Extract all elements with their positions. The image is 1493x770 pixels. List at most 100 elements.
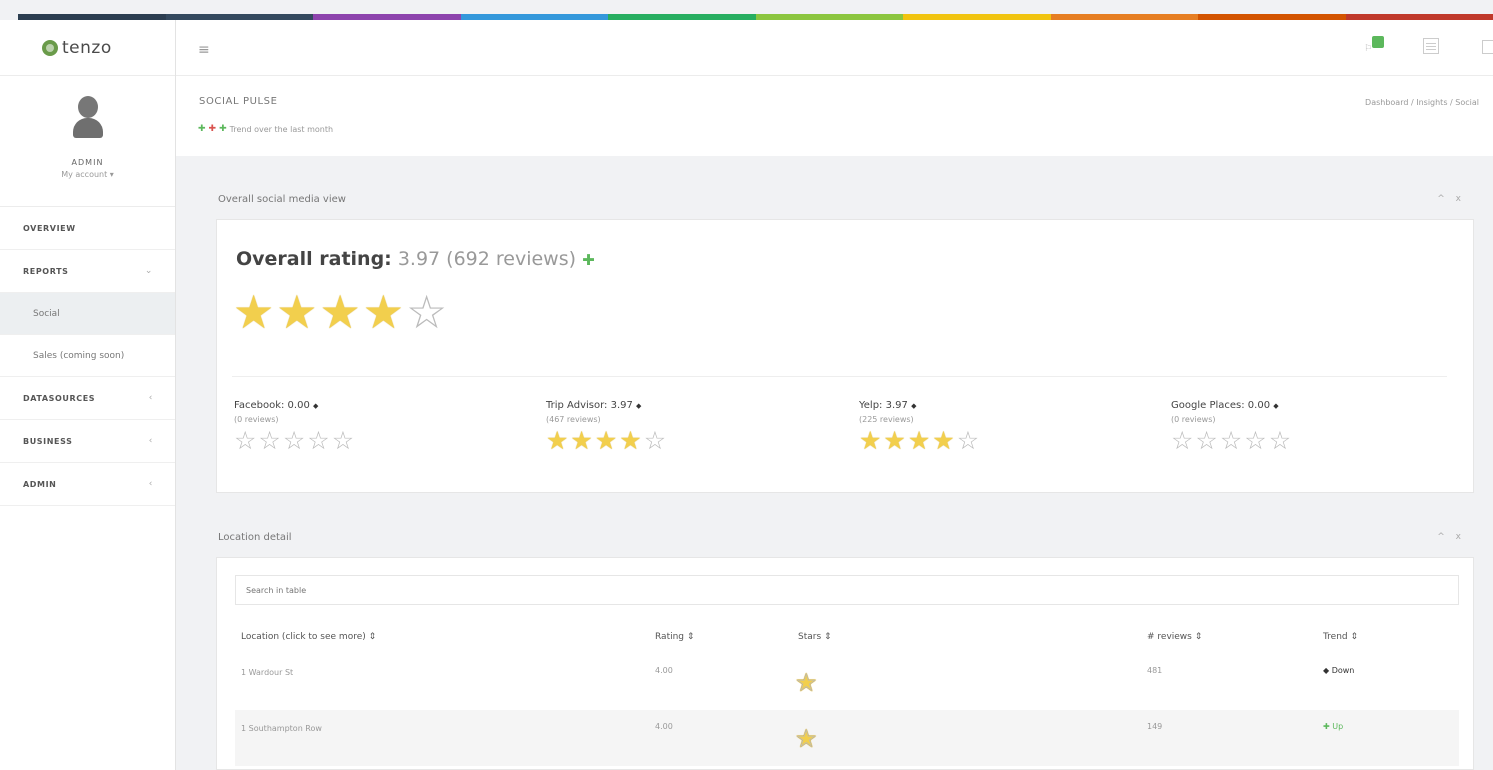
trend-up-icon: ✚ bbox=[582, 251, 595, 269]
star-filled-icon: ★ bbox=[619, 426, 642, 455]
source-stars: ☆ ☆ ☆ ☆ ☆ bbox=[234, 426, 534, 456]
profile-name: ADMIN bbox=[71, 158, 104, 167]
column-header-trend[interactable]: Trend ⇕ bbox=[1323, 632, 1358, 642]
trend-icon: ◆ bbox=[911, 402, 917, 410]
up-icon: ✚ bbox=[219, 124, 227, 134]
sidebar-item-admin[interactable]: ADMIN ‹ bbox=[0, 463, 175, 506]
cell-reviews: 481 bbox=[1147, 666, 1163, 675]
overall-rating-label: Overall rating: bbox=[236, 248, 392, 270]
bell-icon: ⚐ bbox=[1364, 44, 1373, 54]
star-filled-icon: ★ bbox=[907, 426, 931, 455]
star-empty-icon: ☆ bbox=[406, 285, 448, 339]
search-input[interactable] bbox=[235, 575, 1459, 605]
leaf-icon bbox=[42, 39, 58, 56]
notifications-button[interactable]: ⚐ bbox=[1364, 34, 1390, 60]
star-empty-icon: ☆ bbox=[795, 668, 818, 697]
page-subtitle: ✚ ✚ ✚ Trend over the last month bbox=[198, 124, 333, 134]
location-panel-header: Location detail ^ x bbox=[204, 517, 1477, 557]
star-filled-icon: ★ bbox=[932, 426, 955, 455]
table-header: Location (click to see more) ⇕ Rating ⇕ … bbox=[241, 632, 1461, 652]
sidebar-item-datasources[interactable]: DATASOURCES ‹ bbox=[0, 377, 175, 420]
chevron-left-icon: ‹ bbox=[148, 479, 153, 489]
cell-location[interactable]: 1 Southampton Row bbox=[241, 724, 322, 733]
star-empty-icon: ☆ bbox=[331, 426, 355, 455]
sidebar-item-social[interactable]: Social bbox=[0, 293, 175, 335]
star-filled-icon: ★ bbox=[233, 285, 275, 339]
account-menu-link[interactable]: My account ▾ bbox=[61, 170, 114, 179]
source-stars: ☆ ☆ ☆ ☆ ☆ bbox=[1171, 426, 1471, 456]
panel-title: Location detail bbox=[218, 531, 292, 543]
cell-rating: 4.00 bbox=[655, 666, 673, 675]
overall-rating: Overall rating: 3.97 (692 reviews) ✚ bbox=[236, 248, 595, 270]
logo[interactable]: tenzo bbox=[0, 20, 175, 76]
source-name: Facebook: 0.00 ◆ bbox=[234, 400, 534, 411]
trend-icon: ◆ bbox=[1273, 402, 1279, 410]
sidebar-item-label: OVERVIEW bbox=[23, 223, 76, 233]
cell-location[interactable]: 1 Wardour St bbox=[241, 668, 293, 677]
star-empty-icon: ☆ bbox=[282, 426, 306, 455]
source-reviews: (225 reviews) bbox=[859, 415, 914, 424]
source-name: Trip Advisor: 3.97 ◆ bbox=[546, 400, 846, 411]
star-filled-icon: ★ bbox=[319, 285, 361, 339]
page-subtitle-text: Trend over the last month bbox=[229, 124, 334, 134]
sidebar-item-overview[interactable]: OVERVIEW bbox=[0, 207, 175, 250]
panel-title: Overall social media view bbox=[218, 193, 346, 205]
column-header-location[interactable]: Location (click to see more) ⇕ bbox=[241, 632, 376, 642]
panel-tools[interactable]: ^ x bbox=[1437, 194, 1465, 204]
trend-icon: ◆ bbox=[313, 402, 319, 410]
star-empty-icon: ☆ bbox=[234, 426, 257, 455]
sidebar-item-business[interactable]: BUSINESS ‹ bbox=[0, 420, 175, 463]
notification-badge bbox=[1372, 36, 1384, 48]
chevron-down-icon: ⌄ bbox=[144, 266, 153, 276]
overall-stars: ★ ★ ★ ★ ☆ bbox=[233, 288, 449, 336]
location-detail-card: Location (click to see more) ⇕ Rating ⇕ … bbox=[216, 557, 1474, 770]
avatar[interactable] bbox=[68, 96, 108, 146]
sidebar-item-label: ADMIN bbox=[23, 479, 57, 489]
source-yelp: Yelp: 3.97 ◆ (225 reviews) ★ ★ ★ ★ ☆ bbox=[859, 400, 1159, 456]
topbar: ≡ ⚐ bbox=[176, 20, 1493, 76]
overall-rating-value: 3.97 (692 reviews) bbox=[397, 248, 577, 270]
panel-tools[interactable]: ^ x bbox=[1437, 532, 1465, 542]
column-header-rating[interactable]: Rating ⇕ bbox=[655, 632, 694, 642]
star-empty-icon: ☆ bbox=[258, 426, 281, 455]
exit-icon[interactable] bbox=[1482, 40, 1493, 54]
overall-rating-card: Overall rating: 3.97 (692 reviews) ✚ ★ ★ ★… bbox=[216, 219, 1474, 493]
chevron-left-icon: ‹ bbox=[148, 393, 153, 403]
star-filled-icon: ★ bbox=[594, 426, 618, 455]
sidebar-item-label: DATASOURCES bbox=[23, 393, 96, 403]
cell-rating: 4.00 bbox=[655, 722, 673, 731]
divider bbox=[232, 376, 1447, 377]
star-empty-icon: ☆ bbox=[1195, 426, 1218, 455]
source-reviews: (467 reviews) bbox=[546, 415, 601, 424]
star-filled-icon: ★ bbox=[362, 285, 404, 339]
star-empty-icon: ☆ bbox=[307, 426, 330, 455]
logo-text: tenzo bbox=[62, 37, 112, 58]
star-filled-icon: ★ bbox=[883, 426, 906, 455]
profile: ADMIN My account ▾ bbox=[0, 76, 175, 207]
cell-trend: ◆ Down bbox=[1323, 666, 1355, 675]
source-tripadvisor: Trip Advisor: 3.97 ◆ (467 reviews) ★ ★ ★ ★ ☆ bbox=[546, 400, 846, 456]
sidebar-item-sales[interactable]: Sales (coming soon) bbox=[0, 335, 175, 377]
source-facebook: Facebook: 0.00 ◆ (0 reviews) ☆ ☆ ☆ ☆ ☆ bbox=[234, 400, 534, 456]
source-name: Google Places: 0.00 ◆ bbox=[1171, 400, 1471, 411]
star-empty-icon: ☆ bbox=[1171, 426, 1194, 455]
source-name-text: Facebook: 0.00 bbox=[234, 400, 310, 411]
column-header-reviews[interactable]: # reviews ⇕ bbox=[1147, 632, 1202, 642]
hamburger-icon[interactable]: ≡ bbox=[198, 42, 210, 58]
source-google-places: Google Places: 0.00 ◆ (0 reviews) ☆ ☆ ☆ ☆ ☆ bbox=[1171, 400, 1471, 456]
sidebar-item-reports[interactable]: REPORTS ⌄ bbox=[0, 250, 175, 293]
page-header: SOCIAL PULSE ✚ ✚ ✚ Trend over the last m… bbox=[176, 76, 1493, 156]
table-row[interactable]: 1 Wardour St 4.00 ★ ★ ★ ★ ☆ 481 ◆ Down bbox=[235, 654, 1459, 710]
star-empty-icon: ☆ bbox=[1244, 426, 1267, 455]
source-stars: ★ ★ ★ ★ ☆ bbox=[859, 426, 1159, 456]
source-name-text: Google Places: 0.00 bbox=[1171, 400, 1271, 411]
source-name-text: Yelp: 3.97 bbox=[859, 400, 908, 411]
star-filled-icon: ★ bbox=[859, 426, 882, 455]
avatar-body bbox=[72, 118, 103, 138]
star-empty-icon: ☆ bbox=[956, 426, 980, 455]
breadcrumb[interactable]: Dashboard / Insights / Social bbox=[1365, 98, 1479, 107]
table-row[interactable]: 1 Southampton Row 4.00 ★ ★ ★ ★ ☆ 149 ✚ Up bbox=[235, 710, 1459, 766]
trend-icon: ◆ bbox=[636, 402, 642, 410]
column-header-stars[interactable]: Stars ⇕ bbox=[798, 632, 832, 642]
grid-icon[interactable] bbox=[1423, 38, 1439, 54]
